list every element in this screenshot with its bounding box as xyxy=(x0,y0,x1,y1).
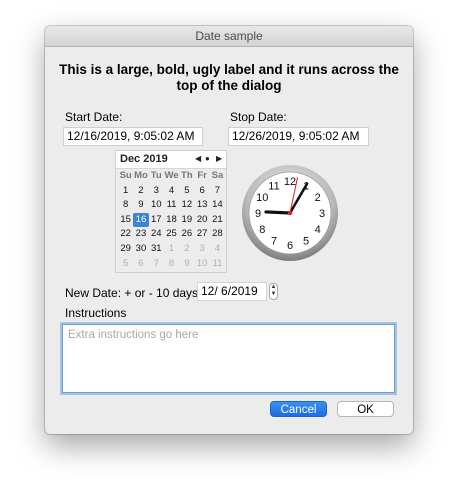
clock-numeral: 10 xyxy=(256,192,268,204)
calendar-day[interactable]: 12 xyxy=(179,198,194,213)
calendar-day[interactable]: 10 xyxy=(149,198,164,213)
calendar-day[interactable]: 3 xyxy=(149,184,164,199)
clock-numeral: 5 xyxy=(303,236,309,248)
calendar-day[interactable]: 5 xyxy=(118,257,133,272)
clock-numeral: 4 xyxy=(315,224,321,236)
instructions-label: Instructions xyxy=(65,306,127,320)
calendar-day[interactable]: 22 xyxy=(118,227,133,242)
calendar-day[interactable]: 7 xyxy=(149,257,164,272)
ok-button[interactable]: OK xyxy=(337,401,394,417)
start-date-label: Start Date: xyxy=(65,110,123,124)
clock-numeral: 2 xyxy=(315,192,321,204)
calendar-day[interactable]: 30 xyxy=(133,242,148,257)
clock-numeral: 3 xyxy=(319,208,325,220)
new-date-field[interactable]: 12/ 6/2019 xyxy=(197,282,267,301)
calendar-day[interactable]: 1 xyxy=(164,242,179,257)
header-label: This is a large, bold, ugly label and it… xyxy=(59,62,399,93)
previous-month-icon[interactable]: ◀ xyxy=(195,154,201,163)
calendar-weekday: Tu xyxy=(150,170,162,181)
clock-numeral: 11 xyxy=(268,180,279,192)
calendar-weekday: Sa xyxy=(211,170,224,181)
clock-numeral: 8 xyxy=(259,224,265,236)
clock-numeral: 7 xyxy=(271,236,277,248)
calendar-day[interactable]: 23 xyxy=(133,227,148,242)
calendar-day[interactable]: 19 xyxy=(179,213,194,228)
calendar-day[interactable]: 4 xyxy=(164,184,179,199)
calendar-day[interactable]: 13 xyxy=(194,198,209,213)
calendar-weekday: Mo xyxy=(134,170,148,181)
clock-numeral: 6 xyxy=(287,240,293,252)
calendar-day[interactable]: 28 xyxy=(210,227,225,242)
calendar-day[interactable]: 6 xyxy=(133,257,148,272)
calendar-day[interactable]: 15 xyxy=(118,213,133,228)
stop-date-field[interactable]: 12/26/2019, 9:05:02 AM xyxy=(228,127,369,146)
chevron-up-icon[interactable]: ▲ xyxy=(270,284,277,291)
calendar-day[interactable]: 14 xyxy=(210,198,225,213)
calendar-day[interactable]: 6 xyxy=(194,184,209,199)
clock-center-pin xyxy=(287,210,293,216)
clock-numeral: 12 xyxy=(284,176,296,188)
calendar-day[interactable]: 7 xyxy=(210,184,225,199)
calendar-day[interactable]: 26 xyxy=(179,227,194,242)
analog-clock: 121234567891011 xyxy=(242,165,338,261)
dialog-window: Date sample This is a large, bold, ugly … xyxy=(45,26,413,434)
calendar-day[interactable]: 29 xyxy=(118,242,133,257)
calendar-day[interactable]: 8 xyxy=(164,257,179,272)
calendar-header: Dec 2019 ◀ ● ▶ xyxy=(116,151,226,169)
window-title: Date sample xyxy=(45,26,413,47)
calendar-day[interactable]: 21 xyxy=(210,213,225,228)
new-date-label: New Date: + or - 10 days xyxy=(65,286,199,300)
instructions-textarea[interactable]: Extra instructions go here xyxy=(62,324,395,393)
new-date-stepper[interactable]: ▲ ▼ xyxy=(269,283,278,300)
calendar-day[interactable]: 9 xyxy=(133,198,148,213)
calendar-weekday: Th xyxy=(181,170,193,181)
calendar-day[interactable]: 25 xyxy=(164,227,179,242)
calendar-day[interactable]: 10 xyxy=(194,257,209,272)
stop-date-label: Stop Date: xyxy=(230,110,287,124)
calendar-day[interactable]: 4 xyxy=(210,242,225,257)
calendar-day[interactable]: 11 xyxy=(210,257,225,272)
calendar-weekday: Fr xyxy=(197,170,207,181)
chevron-down-icon[interactable]: ▼ xyxy=(270,291,277,298)
calendar-day[interactable]: 2 xyxy=(179,242,194,257)
calendar-day[interactable]: 17 xyxy=(149,213,164,228)
calendar-day[interactable]: 18 xyxy=(164,213,179,228)
calendar-day-selected[interactable]: 16 xyxy=(133,212,149,228)
calendar-day[interactable]: 9 xyxy=(179,257,194,272)
calendar-day[interactable]: 20 xyxy=(194,213,209,228)
start-date-field[interactable]: 12/16/2019, 9:05:02 AM xyxy=(63,127,203,146)
calendar-day[interactable]: 27 xyxy=(194,227,209,242)
calendar-weekday: Su xyxy=(119,170,132,181)
clock-hour-hand xyxy=(264,210,292,215)
calendar-day[interactable]: 2 xyxy=(133,184,148,199)
calendar-grid: Su Mo Tu We Th Fr Sa 1 2 3 4 5 6 7 8 9 10 11 12 13 14 15 16 17 1… xyxy=(118,169,225,271)
next-month-icon[interactable]: ▶ xyxy=(216,154,222,163)
calendar-day[interactable]: 24 xyxy=(149,227,164,242)
calendar-day[interactable]: 11 xyxy=(164,198,179,213)
calendar-day[interactable]: 31 xyxy=(149,242,164,257)
calendar-day[interactable]: 8 xyxy=(118,198,133,213)
cancel-button[interactable]: Cancel xyxy=(270,401,327,417)
today-icon[interactable]: ● xyxy=(205,154,210,163)
calendar-day[interactable]: 3 xyxy=(194,242,209,257)
calendar[interactable]: Dec 2019 ◀ ● ▶ Su Mo Tu We Th Fr Sa 1 2 3 4 5 6 7 8 9 10… xyxy=(115,150,227,273)
clock-numeral: 9 xyxy=(255,208,261,220)
calendar-weekday: We xyxy=(164,170,179,181)
calendar-day[interactable]: 1 xyxy=(118,184,133,199)
calendar-day[interactable]: 5 xyxy=(179,184,194,199)
calendar-month-label: Dec 2019 xyxy=(120,153,168,165)
